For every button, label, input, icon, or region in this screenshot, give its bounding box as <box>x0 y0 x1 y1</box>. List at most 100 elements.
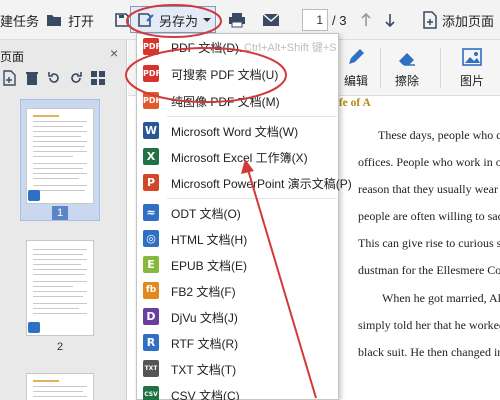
menu-item-rtf[interactable]: R RTF 文档(R) <box>137 330 338 356</box>
add-page-label: 添加页面 <box>442 13 495 29</box>
menu-divider <box>167 198 337 199</box>
add-page-icon[interactable] <box>2 70 18 86</box>
open-label: 打开 <box>68 13 95 29</box>
save-as-dropdown-arrow[interactable] <box>202 6 212 34</box>
print-button[interactable] <box>228 6 246 34</box>
arrow-down-icon <box>384 12 396 28</box>
menu-item-label: 纯图像 PDF 文档(M) <box>171 94 280 109</box>
document-text-line: This can give rise to curious s <box>358 236 500 250</box>
page-total: / 3 <box>332 6 346 34</box>
document-text-line: people are often willing to sacr <box>358 209 500 223</box>
add-page-icon <box>422 11 438 29</box>
email-button[interactable] <box>262 6 280 34</box>
odt-icon: ≈ <box>143 204 159 221</box>
delete-icon[interactable] <box>24 70 40 86</box>
menu-item-label: TXT 文档(T) <box>171 362 237 377</box>
document-text-line: simply told her that he worked <box>358 318 500 332</box>
image-button[interactable]: 图片 <box>452 46 492 89</box>
ribbon-divider <box>380 48 381 88</box>
pages-panel-tools <box>2 70 106 86</box>
menu-item-label: CSV 文档(C) <box>171 388 240 400</box>
pages-panel: 页面 × 1 2 <box>0 40 127 400</box>
ribbon-divider <box>440 48 441 88</box>
menu-item-txt[interactable]: TXT TXT 文档(T) <box>137 356 338 382</box>
menu-item-powerpoint[interactable]: P Microsoft PowerPoint 演示文稿(P) <box>137 170 352 196</box>
document-text-line: black suit. He then changed in <box>358 345 500 359</box>
save-as-label: 另存为 <box>159 13 199 29</box>
menu-item-djvu[interactable]: D DjVu 文档(J) <box>137 304 338 330</box>
powerpoint-icon: P <box>143 174 159 191</box>
page-text-badge-icon <box>28 190 40 201</box>
email-icon <box>262 13 280 27</box>
page-number-label-1: 1 <box>52 206 68 220</box>
menu-item-fb2[interactable]: fb FB2 文档(F) <box>137 278 338 304</box>
menu-item-pdf[interactable]: PDF PDF 文档(D)... Ctrl+Alt+Shift 键+S <box>137 34 338 60</box>
menu-item-odt[interactable]: ≈ ODT 文档(O) <box>137 200 338 226</box>
document-text-line: These days, people who do <box>378 128 500 142</box>
menu-item-label: 可搜索 PDF 文档(U) <box>171 67 279 82</box>
add-page-button[interactable]: 添加页面 <box>422 6 494 34</box>
menu-item-epub[interactable]: E EPUB 文档(E) <box>137 252 338 278</box>
save-button[interactable] <box>114 6 130 34</box>
open-button[interactable]: 打开 <box>46 6 94 34</box>
txt-icon: TXT <box>143 360 159 377</box>
new-task-button[interactable]: 建任务 <box>0 6 39 34</box>
csv-icon: CSV <box>143 386 159 400</box>
document-text-line: When he got married, Alf <box>382 291 500 305</box>
excel-icon: X <box>143 148 159 165</box>
save-as-icon <box>137 12 155 28</box>
menu-item-label: Microsoft PowerPoint 演示文稿(P) <box>171 176 352 191</box>
menu-item-label: Microsoft Word 文档(W) <box>171 124 299 139</box>
menu-item-label: ODT 文档(O) <box>171 206 241 221</box>
grid-view-icon[interactable] <box>90 70 106 86</box>
menu-item-label: PDF 文档(D)... <box>171 40 249 55</box>
folder-icon <box>46 12 62 28</box>
menu-item-label: Microsoft Excel 工作簿(X) <box>171 150 308 165</box>
image-label: 图片 <box>459 74 484 88</box>
searchable-pdf-icon: PDF <box>143 65 161 82</box>
edit-label: 编辑 <box>343 74 368 88</box>
rotate-left-icon[interactable] <box>46 70 62 86</box>
page-number-input[interactable]: 1 <box>302 9 328 31</box>
save-icon <box>114 12 130 28</box>
djvu-icon: D <box>143 308 159 325</box>
printer-icon <box>228 12 246 28</box>
page-thumbnail-3[interactable] <box>26 373 94 400</box>
page-number-label-2: 2 <box>56 341 64 353</box>
menu-item-label: FB2 文档(F) <box>171 284 236 299</box>
pencil-icon <box>349 49 364 64</box>
menu-divider <box>167 116 337 117</box>
new-task-label: 建任务 <box>0 13 40 29</box>
image-pdf-icon: PDF <box>143 92 161 109</box>
menu-item-html[interactable]: ◎ HTML 文档(H) <box>137 226 338 252</box>
menu-item-word[interactable]: W Microsoft Word 文档(W) <box>137 118 338 144</box>
document-text-line: offices. People who work in offi <box>358 155 500 169</box>
save-as-menu: PDF PDF 文档(D)... Ctrl+Alt+Shift 键+S PDF … <box>136 33 352 400</box>
menu-item-csv[interactable]: CSV CSV 文档(C) <box>137 382 338 400</box>
menu-item-label: EPUB 文档(E) <box>171 258 248 273</box>
image-icon <box>462 48 482 66</box>
page-text-badge-icon <box>28 322 40 333</box>
rotate-right-icon[interactable] <box>68 70 84 86</box>
save-as-button-content: 另存为 <box>137 6 198 34</box>
next-page-button[interactable] <box>384 6 396 34</box>
previous-page-button[interactable] <box>360 6 372 34</box>
fb2-icon: fb <box>143 282 159 299</box>
html-icon: ◎ <box>143 230 159 247</box>
close-panel-button[interactable]: × <box>110 45 118 61</box>
menu-item-image-pdf[interactable]: PDF 纯图像 PDF 文档(M) <box>137 88 338 114</box>
document-text-line: reason that they usually wear a <box>358 182 500 196</box>
document-text-line: dustman for the Ellesmere Corp <box>358 263 500 277</box>
edit-button[interactable]: 编辑 <box>336 46 376 89</box>
epub-icon: E <box>143 256 159 273</box>
menu-item-searchable-pdf[interactable]: PDF 可搜索 PDF 文档(U) <box>137 61 338 87</box>
word-icon: W <box>143 122 159 139</box>
erase-label: 擦除 <box>394 74 419 88</box>
menu-item-label: HTML 文档(H) <box>171 232 248 247</box>
menu-item-excel[interactable]: X Microsoft Excel 工作簿(X) <box>137 144 338 170</box>
arrow-up-icon <box>360 12 372 28</box>
page-total-label: / 3 <box>332 12 347 28</box>
pdf-icon: PDF <box>143 38 161 55</box>
pages-panel-title: 页面 <box>0 50 25 64</box>
erase-button[interactable]: 擦除 <box>386 46 428 89</box>
